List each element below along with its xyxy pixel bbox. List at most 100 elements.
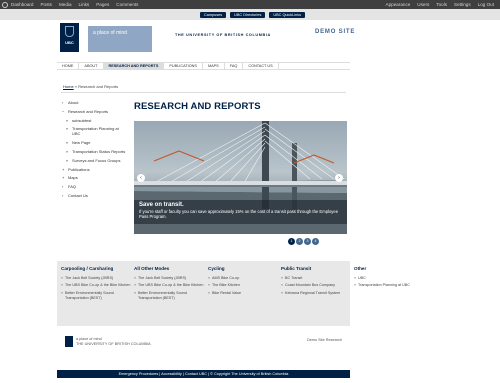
- admin-item-links[interactable]: Links: [79, 0, 90, 9]
- footer-link[interactable]: Better Environmentally Sound Transportat…: [61, 291, 131, 301]
- university-name[interactable]: THE UNIVERSITY OF BRITISH COLUMBIA: [175, 33, 271, 37]
- footer-university-name: THE UNIVERSITY OF BRITISH COLUMBIA: [76, 341, 151, 346]
- admin-item-pages[interactable]: Pages: [96, 0, 109, 9]
- admin-item-media[interactable]: Media: [59, 0, 72, 9]
- sidebar-item-label: Transportation Planning at UBC: [72, 126, 119, 137]
- sidebar-item-publications[interactable]: + Publications: [62, 167, 127, 172]
- footer-column-heading: Public Transit: [281, 266, 312, 271]
- site-name[interactable]: DEMO SITE: [315, 29, 355, 35]
- sidebar-item-transportation-planning[interactable]: » Transportation Planning at UBC: [62, 126, 127, 136]
- nav-tab-publications[interactable]: PUBLICATIONS: [164, 63, 203, 69]
- sidebar-item-maps[interactable]: + Maps: [62, 175, 127, 180]
- footer-link[interactable]: The UBS Bike Co-op & the Bike Kitchen: [134, 283, 204, 288]
- wordpress-logo-icon[interactable]: [0, 0, 9, 9]
- nav-tab-home[interactable]: HOME: [57, 63, 80, 69]
- footer-link[interactable]: Bike Rental Value: [208, 291, 278, 296]
- sidebar-item-label: Maps: [68, 175, 78, 181]
- sidebar-item-label: Transportation Status Reports: [72, 148, 126, 154]
- footer-link[interactable]: The UBS Bike Co-op & the Bike Kitchen: [61, 283, 131, 288]
- slide-page-2[interactable]: 2: [296, 238, 303, 245]
- footer-column-other-outside: Other UBC Transportation Planning at UBC: [354, 266, 414, 291]
- footer-column-heading: Carpooling / Carsharing: [61, 266, 114, 271]
- footer-site-link[interactable]: Demo Site Research: [307, 338, 342, 342]
- ubc-directories-button[interactable]: UBC Directories: [230, 11, 266, 18]
- ubc-crest-logo[interactable]: UBC: [60, 23, 79, 52]
- sidebar-item-new-page[interactable]: » New Page: [62, 140, 127, 145]
- nav-tab-about[interactable]: ABOUT: [79, 63, 104, 69]
- sidebar-item-contact-us[interactable]: › Contact Us: [62, 193, 127, 198]
- admin-item-tools[interactable]: Tools: [436, 0, 447, 9]
- nav-tab-faq[interactable]: FAQ: [225, 63, 244, 69]
- admin-item-posts[interactable]: Posts: [40, 0, 52, 9]
- sidebar-item-label: New Page: [72, 140, 91, 146]
- sidebar-item-transportation-status[interactable]: » Transportation Status Reports: [62, 149, 127, 154]
- slide-prev-button[interactable]: ‹: [137, 174, 145, 182]
- sidebar-item-faq[interactable]: › FAQ: [62, 184, 127, 189]
- footer-column-carpooling: Carpooling / Carsharing The Jack Bell So…: [61, 266, 131, 303]
- nav-tab-research-and-reports[interactable]: RESEARCH AND REPORTS: [103, 63, 165, 69]
- sidebar-item-label: Research and Reports: [68, 108, 109, 114]
- footer-link[interactable]: The Jack Bell Society (JBRS): [134, 276, 204, 281]
- shield-icon: [65, 26, 74, 37]
- sidebar-item-label: Surveys and Focus Groups: [72, 157, 121, 163]
- campuses-button[interactable]: Campuses: [200, 11, 227, 18]
- ubc-crest-icon[interactable]: [65, 336, 73, 347]
- footer-link[interactable]: AMS Bike Co-op: [208, 276, 278, 281]
- footer-bar[interactable]: Emergency Procedures | Accessibility | C…: [57, 370, 350, 378]
- slide-caption: Save on transit. If you're staff or facu…: [134, 200, 347, 224]
- ubc-quicklinks-button[interactable]: UBC QuickLinks: [269, 11, 306, 18]
- sidebar-item-label: About: [68, 100, 79, 105]
- footer-link[interactable]: Transportation Planning at UBC: [354, 283, 414, 288]
- admin-item-comments[interactable]: Comments: [116, 0, 138, 9]
- admin-item-settings[interactable]: Settings: [454, 0, 471, 9]
- sidebar-item-label: subsubtest: [72, 117, 92, 123]
- footer-link[interactable]: BC Transit: [281, 276, 351, 281]
- divider: [61, 92, 346, 93]
- footer-brand: a place of mind THE UNIVERSITY OF BRITIS…: [57, 330, 350, 362]
- footer-link[interactable]: The Bike Kitchen: [208, 283, 278, 288]
- slide-page-1[interactable]: 1: [288, 238, 295, 245]
- admin-bar-right-menu: Appearance Users Tools Settings Log Out: [386, 0, 494, 9]
- sidebar-item-about[interactable]: › About: [62, 100, 127, 105]
- admin-item-users[interactable]: Users: [417, 0, 429, 9]
- slide-page-3[interactable]: 3: [304, 238, 311, 245]
- slide-caption-body: If you're staff or faculty you can save …: [139, 209, 339, 219]
- sidebar-item-label: Publications: [68, 166, 90, 172]
- slide-page-4[interactable]: 4: [312, 238, 319, 245]
- footer-column-cycling: Cycling AMS Bike Co-op The Bike Kitchen …: [208, 266, 278, 298]
- slide-next-button[interactable]: ›: [335, 174, 343, 182]
- footer-column-public-transit: Public Transit BC Transit Coast Mountain…: [281, 266, 351, 298]
- slide-caption-title[interactable]: Save on transit.: [139, 202, 342, 208]
- sidebar-item-surveys[interactable]: » Surveys and Focus Groups: [62, 158, 127, 163]
- breadcrumb-home-link[interactable]: Home: [63, 84, 74, 89]
- footer-link[interactable]: Kelowna Regional Transit System: [281, 291, 351, 296]
- crest-label: UBC: [65, 40, 74, 45]
- admin-item-appearance[interactable]: Appearance: [386, 0, 411, 9]
- sidebar-item-research-and-reports[interactable]: − Research and Reports: [62, 109, 127, 114]
- breadcrumb: Home » Research and Reports: [63, 84, 118, 89]
- slide-pagination: 1 2 3 4: [288, 238, 319, 245]
- admin-item-logout[interactable]: Log Out: [478, 0, 494, 9]
- primary-nav: HOME ABOUT RESEARCH AND REPORTS PUBLICAT…: [57, 62, 350, 70]
- footer-links: Carpooling / Carsharing The Jack Bell So…: [57, 261, 350, 326]
- sidebar-nav: › About − Research and Reports » subsubtest…: [62, 100, 127, 202]
- clf-global-bar: Campuses UBC Directories UBC QuickLinks: [0, 9, 500, 20]
- footer-column-other-modes: All Other Modes The Jack Bell Society (J…: [134, 266, 204, 303]
- footer-place-of-mind: a place of mind THE UNIVERSITY OF BRITIS…: [76, 337, 151, 346]
- nav-tab-contact-us[interactable]: CONTACT US: [243, 63, 279, 69]
- footer-link[interactable]: Coast Mountain Bus Company: [281, 283, 351, 288]
- admin-bar-left-menu: Dashboard Posts Media Links Pages Commen…: [11, 0, 138, 9]
- footer-column-heading: Other: [354, 266, 367, 271]
- sidebar-item-subsubtest[interactable]: » subsubtest: [62, 118, 127, 123]
- footer-column-heading: All Other Modes: [134, 266, 170, 271]
- footer-link[interactable]: The Jack Bell Society (JBRS): [61, 276, 131, 281]
- page-title: RESEARCH AND REPORTS: [134, 101, 261, 112]
- breadcrumb-current: Research and Reports: [78, 84, 119, 89]
- admin-bar: Dashboard Posts Media Links Pages Commen…: [0, 0, 500, 9]
- footer-column-heading: Cycling: [208, 266, 225, 271]
- footer-link[interactable]: Better Environmentally Sound Transportat…: [134, 291, 204, 301]
- footer-link[interactable]: UBC: [354, 276, 414, 281]
- sidebar-item-label: Contact Us: [68, 192, 88, 198]
- nav-tab-maps[interactable]: MAPS: [203, 63, 225, 69]
- admin-item-dashboard[interactable]: Dashboard: [11, 0, 33, 9]
